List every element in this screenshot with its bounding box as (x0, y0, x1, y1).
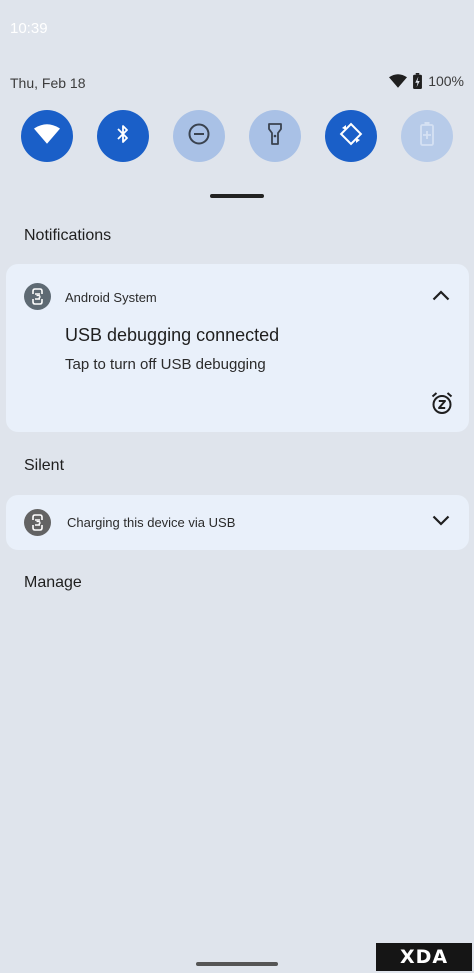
quick-settings-tiles (21, 110, 453, 162)
battery-saver-icon (420, 121, 434, 151)
collapse-button[interactable] (427, 283, 455, 311)
android-system-icon (24, 283, 51, 310)
chevron-up-icon (432, 288, 450, 306)
expand-button[interactable] (427, 508, 455, 536)
wifi-icon (389, 74, 408, 88)
tile-bluetooth[interactable] (97, 110, 149, 162)
tile-do-not-disturb[interactable] (173, 110, 225, 162)
watermark-text: XDA (399, 946, 449, 968)
notification-card-usb-debugging[interactable]: Android System USB debugging connected T… (6, 264, 469, 432)
notification-card-charging[interactable]: Charging this device via USB (6, 495, 469, 550)
battery-icon (413, 73, 423, 89)
notification-title: USB debugging connected (65, 325, 280, 345)
status-bar-time: 10:39 (10, 20, 48, 37)
tile-flashlight[interactable] (249, 110, 301, 162)
notification-shade: 10:39 Thu, Feb 18 100% Notifications And… (0, 0, 474, 973)
chevron-down-icon (432, 513, 450, 531)
snooze-button[interactable] (429, 391, 455, 420)
notifications-header: Notifications (24, 227, 112, 244)
battery-percent: 100% (428, 73, 464, 89)
tile-auto-rotate[interactable] (325, 110, 377, 162)
xda-watermark: XDA (376, 943, 472, 971)
tile-wifi[interactable] (21, 110, 73, 162)
tile-battery-saver[interactable] (401, 110, 453, 162)
silent-header: Silent (24, 457, 65, 474)
snooze-icon (430, 391, 454, 420)
flashlight-icon (267, 122, 283, 151)
date-label: Thu, Feb 18 (10, 75, 86, 91)
do-not-disturb-icon (188, 123, 210, 150)
notification-text: Tap to turn off USB debugging (65, 356, 266, 373)
notification-title: Charging this device via USB (67, 515, 236, 530)
manage-button[interactable]: Manage (24, 574, 82, 592)
auto-rotate-icon (339, 122, 363, 151)
shade-drag-handle[interactable] (210, 194, 264, 198)
status-icons: 100% (389, 73, 464, 89)
android-system-icon (24, 509, 51, 536)
notification-app-name: Android System (65, 290, 157, 305)
wifi-icon (34, 123, 60, 149)
navigation-handle[interactable] (196, 962, 278, 966)
bluetooth-icon (116, 123, 130, 150)
